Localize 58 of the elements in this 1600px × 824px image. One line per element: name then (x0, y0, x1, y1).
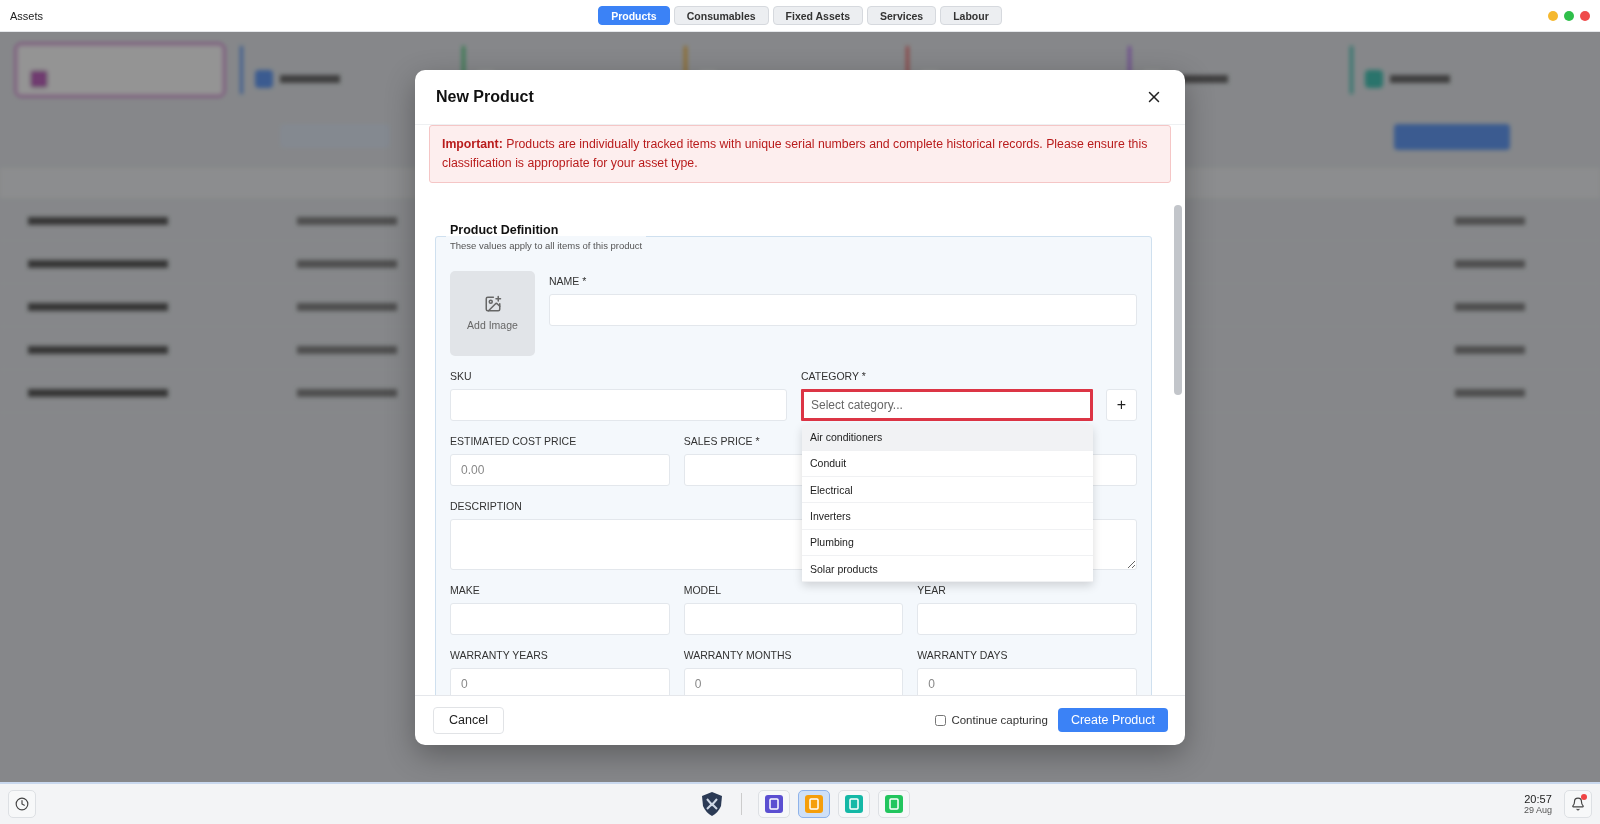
warning-message: Important: Products are individually tracked items with unique serial numbers and complete historical records. Please ensure this classification is appropriate for your asset type. (429, 124, 1171, 183)
field-label: MODEL (683, 583, 721, 596)
cancel-button[interactable]: Cancel (433, 706, 504, 734)
image-add-icon (483, 295, 502, 313)
category-option[interactable]: Plumbing (802, 529, 1093, 556)
add-image-button[interactable]: Add Image (450, 270, 535, 356)
input-field[interactable] (917, 602, 1137, 635)
section-title: Product Definition (450, 222, 560, 237)
field-label: YEAR (917, 583, 946, 596)
clock-time: 20:57 (1524, 793, 1552, 805)
field-label: NAME * (549, 274, 587, 287)
window-control-dot[interactable] (1548, 10, 1558, 21)
category-option[interactable]: Solar products (802, 556, 1093, 583)
window-control-dot[interactable] (1580, 10, 1590, 21)
tab[interactable]: Fixed Assets (772, 6, 863, 25)
section-subtitle: These values apply to all items of this product (450, 239, 643, 251)
field-label: ESTIMATED COST PRICE (450, 434, 577, 447)
field-label: SKU (450, 369, 472, 382)
continue-checkbox[interactable] (935, 714, 947, 726)
category-option[interactable]: Electrical (802, 477, 1093, 504)
field-label: WARRANTY YEARS (450, 648, 548, 661)
notifications-button[interactable] (1564, 790, 1592, 818)
app-icon (804, 795, 823, 813)
input-field[interactable] (683, 602, 904, 635)
clock-date: 29 Aug (1523, 805, 1552, 815)
add-category-button[interactable]: + (1106, 388, 1137, 421)
tab[interactable]: Products (598, 6, 670, 25)
field-label: DESCRIPTION (450, 499, 522, 512)
field-label: WARRANTY MONTHS (683, 648, 792, 661)
tab[interactable]: Consumables (673, 6, 769, 25)
field-label: SALES PRICE * (683, 434, 760, 447)
app-icon (884, 795, 903, 813)
input-field[interactable]: 0 (450, 667, 670, 695)
category-option[interactable]: Conduit (802, 450, 1093, 478)
create-product-button[interactable]: Create Product (1057, 708, 1168, 732)
field-label: MAKE (450, 583, 480, 596)
bell-icon (1571, 797, 1585, 811)
name-field[interactable] (549, 293, 1137, 326)
category-option[interactable]: Air conditioners (802, 424, 1093, 451)
tab[interactable]: Services (866, 6, 937, 25)
input-field[interactable] (450, 602, 670, 635)
app-icon (764, 795, 783, 813)
dialog-title: New Product (436, 87, 534, 106)
input-field[interactable]: 0 (917, 667, 1137, 695)
category-option[interactable]: Inverters (802, 503, 1093, 530)
clock-icon (15, 797, 29, 811)
history-button[interactable] (8, 790, 36, 818)
category-field[interactable]: Select category... (801, 388, 1093, 421)
field-label: WARRANTY DAYS (917, 648, 1008, 661)
field-label: CATEGORY * (801, 369, 866, 382)
input-field[interactable]: 0 (683, 667, 904, 695)
checkbox-label: Continue capturing (951, 714, 1048, 726)
window-title: Assets (10, 9, 43, 22)
input-field[interactable]: 0.00 (450, 453, 670, 486)
tab[interactable]: Labour (940, 6, 1002, 25)
app-icon (844, 795, 863, 813)
sku-field[interactable] (450, 388, 787, 421)
window-control-dot[interactable] (1564, 10, 1574, 21)
